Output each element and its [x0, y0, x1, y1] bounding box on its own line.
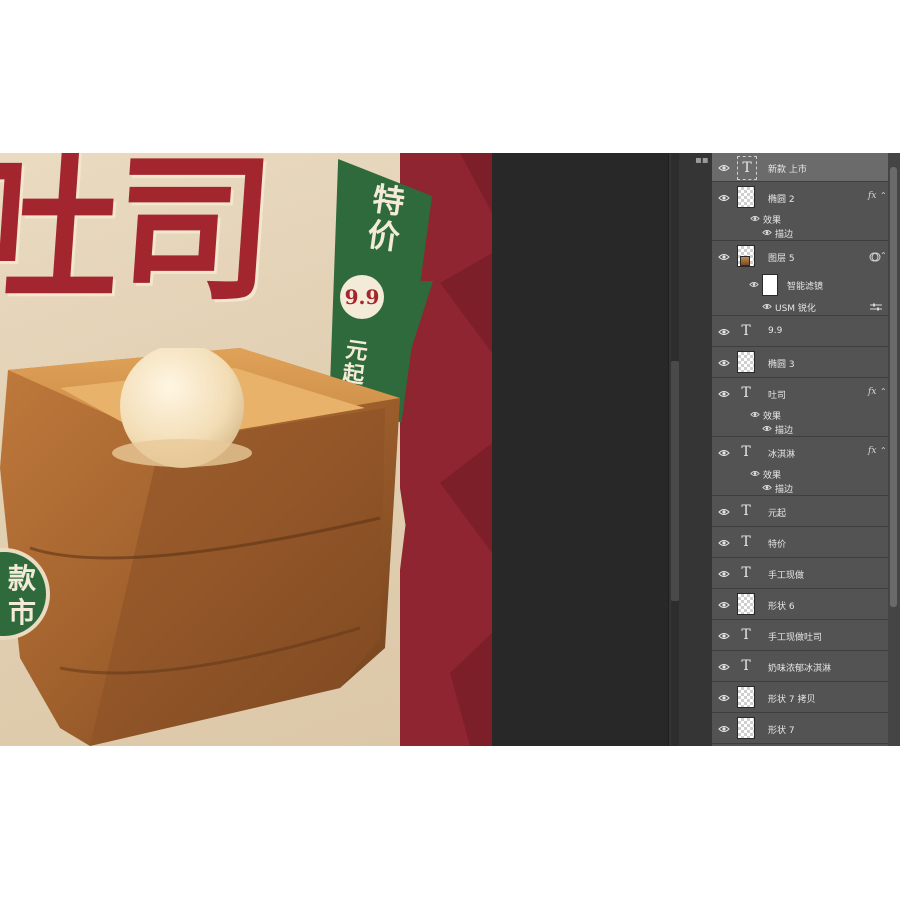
- visibility-eye-icon[interactable]: [718, 601, 730, 609]
- fx-icon[interactable]: fx: [868, 387, 876, 397]
- layer-row[interactable]: 形状 7 拷贝: [712, 682, 888, 713]
- effects-label[interactable]: 效果: [763, 468, 781, 481]
- title-text: 吐司: [0, 153, 275, 323]
- layers-scrollbar[interactable]: [888, 153, 900, 746]
- layers-panel: T 新款 上市 椭圆 2 fx ⌃ 效果 描边 图层 5 ⌃ 智能滤镜 USM …: [712, 153, 888, 746]
- text-layer-icon: T: [741, 385, 751, 401]
- layer-row[interactable]: T 特价: [712, 527, 888, 558]
- layer-name[interactable]: 奶味浓郁冰淇淋: [768, 661, 831, 674]
- stroke-effect-label[interactable]: 描边: [775, 482, 793, 495]
- stroke-effect-label[interactable]: 描边: [775, 423, 793, 436]
- text-layer-icon: T: [741, 534, 751, 550]
- chevron-up-icon[interactable]: ⌃: [880, 191, 887, 200]
- layer-name[interactable]: 特价: [768, 537, 786, 550]
- fx-icon[interactable]: fx: [868, 191, 876, 201]
- visibility-eye-icon[interactable]: [718, 570, 730, 578]
- stroke-eye-icon[interactable]: [762, 484, 772, 491]
- visibility-eye-icon[interactable]: [718, 359, 730, 367]
- effects-eye-icon[interactable]: [750, 411, 760, 418]
- visibility-eye-icon[interactable]: [718, 694, 730, 702]
- shape-layer-thumbnail: [737, 186, 755, 208]
- layer-row[interactable]: T 吐司 fx ⌃ 效果 描边: [712, 378, 888, 437]
- stroke-effect-label[interactable]: 描边: [775, 227, 793, 240]
- usm-sharpen-label[interactable]: USM 锐化: [775, 301, 816, 314]
- smart-filters-label[interactable]: 智能滤镜: [787, 279, 823, 292]
- canvas-scrollbar-thumb[interactable]: [671, 361, 679, 601]
- layer-name[interactable]: 元起: [768, 506, 786, 519]
- smart-filter-eye-icon[interactable]: [749, 281, 759, 288]
- shape-layer-thumbnail: [737, 686, 755, 708]
- stroke-eye-icon[interactable]: [762, 425, 772, 432]
- text-layer-icon: T: [741, 627, 751, 643]
- visibility-eye-icon[interactable]: [718, 725, 730, 733]
- visibility-eye-icon[interactable]: [718, 632, 730, 640]
- fx-icon[interactable]: fx: [868, 446, 876, 456]
- layer-name[interactable]: 9.9: [768, 326, 782, 336]
- layer-name[interactable]: 椭圆 2: [768, 192, 795, 205]
- visibility-eye-icon[interactable]: [718, 164, 730, 172]
- shape-layer-thumbnail: [737, 351, 755, 373]
- image-layer-thumbnail: [737, 245, 755, 267]
- visibility-eye-icon[interactable]: [718, 539, 730, 547]
- layer-name[interactable]: 手工现做吐司: [768, 630, 822, 643]
- layer-name[interactable]: 椭圆 3: [768, 357, 795, 370]
- layer-row[interactable]: T 手工现做: [712, 558, 888, 589]
- layer-row[interactable]: T 9.9: [712, 316, 888, 347]
- filter-mask-thumbnail[interactable]: [762, 274, 778, 296]
- layer-name[interactable]: 新款 上市: [768, 162, 807, 175]
- effects-eye-icon[interactable]: [750, 470, 760, 477]
- layer-name[interactable]: 手工现做: [768, 568, 804, 581]
- text-layer-icon: T: [741, 323, 751, 339]
- chevron-up-icon[interactable]: ⌃: [880, 387, 887, 396]
- text-layer-icon: T: [737, 156, 757, 180]
- layer-row[interactable]: T 手工现做吐司: [712, 620, 888, 651]
- effects-eye-icon[interactable]: [750, 215, 760, 222]
- layer-name[interactable]: 冰淇淋: [768, 447, 795, 460]
- visibility-eye-icon[interactable]: [718, 194, 730, 202]
- layer-row[interactable]: 椭圆 3: [712, 347, 888, 378]
- visibility-eye-icon[interactable]: [718, 253, 730, 261]
- chevron-up-icon[interactable]: ⌃: [880, 251, 887, 260]
- filter-eye-icon[interactable]: [762, 303, 772, 310]
- layer-name[interactable]: 形状 7 拷贝: [768, 692, 815, 705]
- layer-row[interactable]: 椭圆 2 fx ⌃ 效果 描边: [712, 182, 888, 241]
- layer-row[interactable]: 形状 6: [712, 589, 888, 620]
- text-layer-icon: T: [741, 658, 751, 674]
- filter-options-icon[interactable]: [870, 303, 882, 311]
- layer-row[interactable]: T 奶味浓郁冰淇淋: [712, 651, 888, 682]
- panel-grip-icon[interactable]: ▪▪: [695, 155, 709, 166]
- text-layer-icon: T: [741, 503, 751, 519]
- visibility-eye-icon[interactable]: [718, 508, 730, 516]
- chevron-up-icon[interactable]: ⌃: [880, 446, 887, 455]
- stroke-eye-icon[interactable]: [762, 229, 772, 236]
- layer-name[interactable]: 形状 6: [768, 599, 795, 612]
- visibility-eye-icon[interactable]: [718, 390, 730, 398]
- document-canvas[interactable]: 吐司 特价 9.9 元起 款 市: [0, 153, 492, 746]
- toast-thumbnail: [740, 256, 750, 266]
- layer-row[interactable]: T 新款 上市: [712, 153, 888, 182]
- layer-name[interactable]: 形状 7: [768, 723, 795, 736]
- panel-dock-strip: ▪▪: [668, 153, 713, 746]
- shape-layer-thumbnail: [737, 593, 755, 615]
- text-layer-icon: T: [741, 444, 751, 460]
- workspace-area: [492, 153, 668, 746]
- layer-row[interactable]: T 元起: [712, 496, 888, 527]
- effects-label[interactable]: 效果: [763, 409, 781, 422]
- layer-row[interactable]: T 冰淇淋 fx ⌃ 效果 描边: [712, 437, 888, 496]
- layer-name[interactable]: 图层 5: [768, 251, 795, 264]
- layer-row[interactable]: 图层 5 ⌃ 智能滤镜 USM 锐化: [712, 241, 888, 316]
- visibility-eye-icon[interactable]: [718, 449, 730, 457]
- text-layer-icon: T: [741, 565, 751, 581]
- toast-image: [0, 348, 400, 746]
- shape-layer-thumbnail: [737, 717, 755, 739]
- layer-row[interactable]: 形状 7: [712, 713, 888, 744]
- effects-label[interactable]: 效果: [763, 213, 781, 226]
- photoshop-window: 吐司 特价 9.9 元起 款 市 ▪▪ T 新款 上市 椭圆 2 fx ⌃ 效果…: [0, 153, 900, 746]
- price-circle: 9.9: [340, 275, 384, 319]
- visibility-eye-icon[interactable]: [718, 328, 730, 336]
- layers-scrollbar-thumb[interactable]: [890, 167, 897, 607]
- layer-name[interactable]: 吐司: [768, 388, 786, 401]
- visibility-eye-icon[interactable]: [718, 663, 730, 671]
